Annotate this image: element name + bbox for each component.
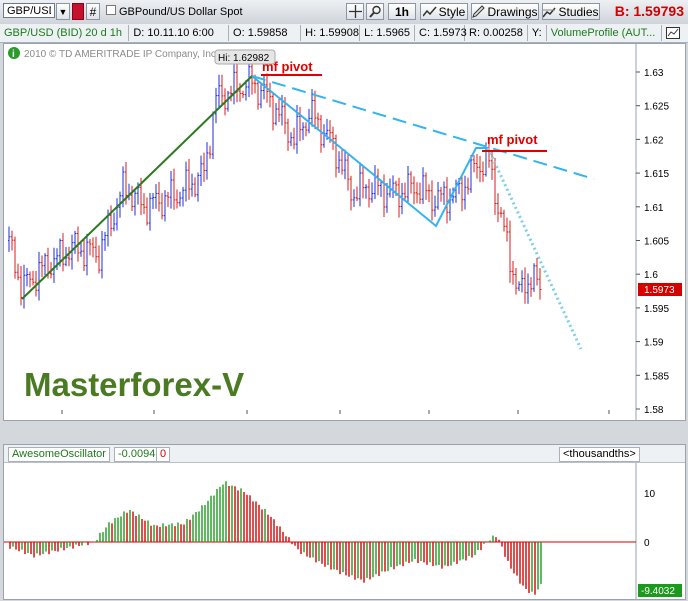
- osc-tick-0: 0: [644, 538, 650, 549]
- info-range: R: 0.00258: [465, 25, 528, 41]
- line-chart-icon: [422, 6, 437, 16]
- info-symbol: GBP/USD (BID) 20 d 1h: [0, 25, 130, 41]
- wrench-icon: [368, 5, 381, 18]
- hash-label: #: [89, 4, 97, 19]
- studies-button[interactable]: Studies: [542, 3, 600, 20]
- crosshair-button[interactable]: [346, 3, 364, 20]
- oscillator-name[interactable]: AwesomeOscillator: [8, 447, 110, 462]
- tools-button[interactable]: [366, 3, 384, 20]
- info-low: L: 1.5965: [360, 25, 416, 41]
- price-chart[interactable]: 1.63 1.625 1.62 1.615 1.61 1.605 1.6 1.595 1.59 1…: [3, 43, 686, 433]
- watermark: Masterforex-V: [24, 366, 244, 403]
- info-open: O: 1.59858: [229, 25, 302, 41]
- interval-button[interactable]: 1h: [388, 3, 416, 20]
- y-tick-label: 1.615: [644, 169, 669, 180]
- drawings-button[interactable]: Drawings: [471, 3, 539, 20]
- info-high: H: 1.59908: [301, 25, 361, 41]
- info-glyph: i: [12, 49, 15, 60]
- toolbar: ▼ # GBPound/US Dollar Spot 1h Style Draw…: [0, 0, 688, 25]
- y-tick-label: 1.605: [644, 237, 669, 248]
- y-tick-label: 1.59: [644, 338, 664, 349]
- y-tick-label: 1.61: [644, 203, 664, 214]
- oscillator-panel[interactable]: AwesomeOscillator -0.0094 0 <thousandths…: [3, 444, 686, 600]
- dropdown-arrow-icon: ▼: [58, 6, 68, 17]
- y-tick-label: 1.625: [644, 102, 669, 113]
- oscillator-bars: [9, 481, 542, 595]
- y-tick-label: 1.585: [644, 371, 669, 382]
- interval-label: 1h: [394, 4, 409, 19]
- price-y-axis: 1.63 1.625 1.62 1.615 1.61 1.605 1.6 1.595 1.59 1…: [636, 68, 669, 416]
- bid-price: B: 1.59793: [614, 3, 684, 19]
- studies-label: Studies: [558, 4, 599, 19]
- time-x-axis: СрЧтПтПнВтСрЧт: [56, 410, 615, 433]
- high-label: Hi: 1.62982: [218, 53, 270, 64]
- oscillator-zero-box: 0: [156, 447, 171, 462]
- info-study[interactable]: VolumeProfile (AUT...: [547, 25, 663, 41]
- y-tick-label: 1.58: [644, 405, 664, 416]
- chart-settings-button[interactable]: [662, 25, 688, 41]
- chart-settings-icon: [666, 27, 681, 39]
- style-button[interactable]: Style: [420, 3, 468, 20]
- y-tick-label: 1.62: [644, 135, 664, 146]
- info-date: D: 10.11.10 6:00: [129, 25, 230, 41]
- oscillator-value: -0.0094: [114, 447, 160, 462]
- y-tick-label: 1.595: [644, 304, 669, 315]
- osc-last-label: -9.4032: [641, 586, 675, 597]
- copyright-text: 2010 © TD AMERITRADE IP Company, Inc.: [24, 49, 219, 60]
- last-price-label: 1.5973: [644, 285, 675, 296]
- link-color-button[interactable]: [72, 3, 84, 20]
- trend-line: [21, 75, 253, 300]
- y-tick-label: 1.6: [644, 270, 658, 281]
- description-checkbox-icon: [106, 5, 116, 15]
- pattern-lines: [251, 75, 595, 350]
- pencil-icon: [472, 5, 486, 18]
- crosshair-icon: [348, 5, 362, 18]
- price-chart-svg: 1.63 1.625 1.62 1.615 1.61 1.605 1.6 1.595 1.59 1…: [8, 44, 682, 433]
- style-label: Style: [438, 4, 466, 19]
- oscillator-header: AwesomeOscillator -0.0094 0 <thousandths…: [4, 445, 685, 463]
- hash-button[interactable]: #: [86, 3, 100, 20]
- oscillator-svg: 10 0 -9.4032: [4, 463, 682, 599]
- symbol-description: GBPound/US Dollar Spot: [119, 6, 243, 18]
- pivot-label-2: mf pivot: [487, 132, 538, 147]
- drawings-label: Drawings: [487, 4, 538, 19]
- info-bar: GBP/USD (BID) 20 d 1h D: 10.11.10 6:00 O…: [0, 24, 688, 43]
- osc-tick-10: 10: [644, 489, 656, 500]
- studies-icon: [543, 7, 557, 17]
- info-close: C: 1.5973: [415, 25, 467, 41]
- symbol-input[interactable]: [3, 3, 55, 18]
- info-y: Y:: [528, 25, 547, 41]
- symbol-lookup-button[interactable]: ▼: [56, 3, 70, 20]
- oscillator-units: <thousandths>: [559, 447, 640, 462]
- y-tick-label: 1.63: [644, 68, 664, 79]
